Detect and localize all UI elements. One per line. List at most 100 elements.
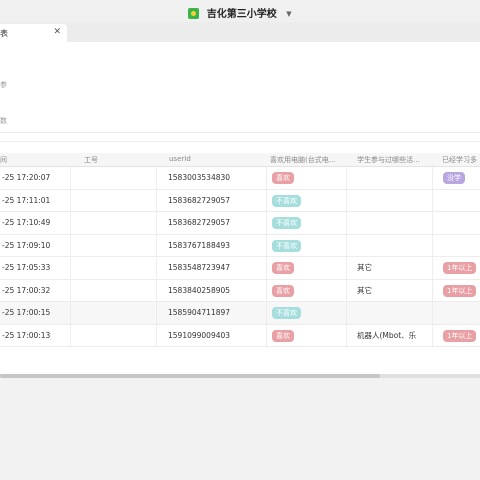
column-separator [156,324,157,346]
column-separator [266,167,267,189]
table-cell-job[interactable] [72,257,156,279]
column-header-computer[interactable]: 喜欢用电脑(台式电… [270,155,344,165]
column-separator [346,167,347,189]
table-cell-time[interactable]: -25 17:20:07 [2,167,70,189]
column-separator [432,302,433,324]
column-separator [70,279,71,301]
column-header-activities[interactable]: 学生参与过哪些活… [357,155,429,165]
column-separator [346,324,347,346]
column-separator [156,257,157,279]
preference-tag: 喜欢 [272,329,294,342]
column-separator [70,324,71,346]
column-separator [70,234,71,256]
table-cell-like[interactable]: 不喜欢 [272,235,346,257]
table-cell-userid[interactable]: 1583767188493 [168,235,266,257]
table-cell-job[interactable] [72,280,156,302]
learning-duration-tag: 1年以上 [443,329,477,342]
column-separator [432,234,433,256]
table-cell-job[interactable] [72,325,156,347]
table-cell-time[interactable]: -25 17:09:10 [2,235,70,257]
column-separator [346,279,347,301]
column-header-time[interactable]: 间 [0,155,70,165]
table-cell-userid[interactable]: 1583840258905 [168,280,266,302]
column-separator [432,212,433,234]
preference-tag: 不喜欢 [272,239,301,252]
column-header-job-number[interactable]: 工号 [84,155,154,165]
column-header-learning[interactable]: 已经学习多 [442,155,480,165]
table-cell-time[interactable]: -25 17:00:15 [2,302,70,324]
app-title-container[interactable]: 吉化第三小学校 ▼ [0,5,480,20]
preference-tag: 喜欢 [272,172,294,184]
table-row[interactable]: -25 17:00:32 1583840258905 喜欢 其它 1年以上 [0,279,480,302]
table-cell-userid[interactable]: 1583682729057 [168,190,266,212]
table-cell-userid[interactable]: 1585904711897 [168,302,266,324]
table-cell-like[interactable]: 不喜欢 [272,190,346,212]
table-cell-activity[interactable]: 机器人(Mbot、乐 [357,325,432,347]
table-row[interactable]: -25 17:00:15 1585904711897 不喜欢 [0,302,480,325]
table-row[interactable]: -25 17:11:01 1583682729057 不喜欢 [0,189,480,212]
table-cell-activity[interactable] [357,235,432,257]
table-cell-grade[interactable] [443,212,480,234]
table-cell-time[interactable]: -25 17:10:49 [2,212,70,234]
column-separator [156,302,157,324]
table-row[interactable]: -25 17:10:49 1583682729057 不喜欢 [0,212,480,235]
table-cell-grade[interactable]: 没学 [443,167,480,189]
table-cell-like[interactable]: 不喜欢 [272,212,346,234]
table-cell-job[interactable] [72,190,156,212]
chevron-down-icon[interactable]: ▼ [286,10,291,18]
tab-bar: 表 ✕ [0,22,480,43]
table-cell-time[interactable]: -25 17:00:13 [2,325,70,347]
table-cell-job[interactable] [72,235,156,257]
column-separator [266,279,267,301]
column-separator [346,234,347,256]
table-cell-activity[interactable] [357,302,432,324]
table-cell-activity[interactable] [357,212,432,234]
column-separator [432,257,433,279]
table-cell-grade[interactable]: 1年以上 [443,280,480,302]
table-cell-userid[interactable]: 1583548723947 [168,257,266,279]
column-separator [156,189,157,211]
table-cell-activity[interactable] [357,190,432,212]
table-cell-grade[interactable] [443,302,480,324]
learning-duration-tag: 没学 [443,172,465,184]
column-header-userid[interactable]: userId [169,155,259,163]
table-row[interactable]: -25 17:09:10 1583767188493 不喜欢 [0,234,480,257]
table-cell-like[interactable]: 不喜欢 [272,302,346,324]
column-separator [70,189,71,211]
table-cell-job[interactable] [72,212,156,234]
table-cell-job[interactable] [72,167,156,189]
table-cell-grade[interactable]: 1年以上 [443,257,480,279]
column-separator [156,279,157,301]
table-cell-grade[interactable] [443,235,480,257]
table-cell-time[interactable]: -25 17:00:32 [2,280,70,302]
preference-tag: 喜欢 [272,262,294,274]
table-cell-activity[interactable]: 其它 [357,257,432,279]
table-cell-like[interactable]: 喜欢 [272,325,346,347]
tab-label: 表 [0,29,8,38]
table-cell-userid[interactable]: 1583003534830 [168,167,266,189]
table-cell-time[interactable]: -25 17:05:33 [2,257,70,279]
table-cell-time[interactable]: -25 17:11:01 [2,190,70,212]
table-cell-userid[interactable]: 1583682729057 [168,212,266,234]
column-separator [346,212,347,234]
preference-tag: 喜欢 [272,284,294,297]
table-cell-like[interactable]: 喜欢 [272,280,346,302]
table-cell-userid[interactable]: 1591099009403 [168,325,266,347]
table-cell-grade[interactable]: 1年以上 [443,325,480,347]
table-row[interactable]: -25 17:20:07 1583003534830 喜欢 没学 [0,167,480,190]
table-cell-grade[interactable] [443,190,480,212]
table-row[interactable]: -25 17:05:33 1583548723947 喜欢 其它 1年以上 [0,257,480,280]
close-icon[interactable]: ✕ [53,27,61,37]
column-separator [346,302,347,324]
table-cell-like[interactable]: 喜欢 [272,167,346,189]
table-cell-activity[interactable] [357,167,432,189]
preference-tag: 不喜欢 [272,194,301,207]
table-cell-like[interactable]: 喜欢 [272,257,346,279]
table-row[interactable]: -25 17:00:13 1591099009403 喜欢 机器人(Mbot、乐 1年以… [0,324,480,347]
table-cell-activity[interactable]: 其它 [357,280,432,302]
title-bar: 吉化第三小学校 ▼ [0,0,480,22]
tab-active[interactable]: 表 ✕ [0,24,67,42]
divider [0,141,480,142]
table-cell-job[interactable] [72,302,156,324]
column-separator [266,324,267,346]
